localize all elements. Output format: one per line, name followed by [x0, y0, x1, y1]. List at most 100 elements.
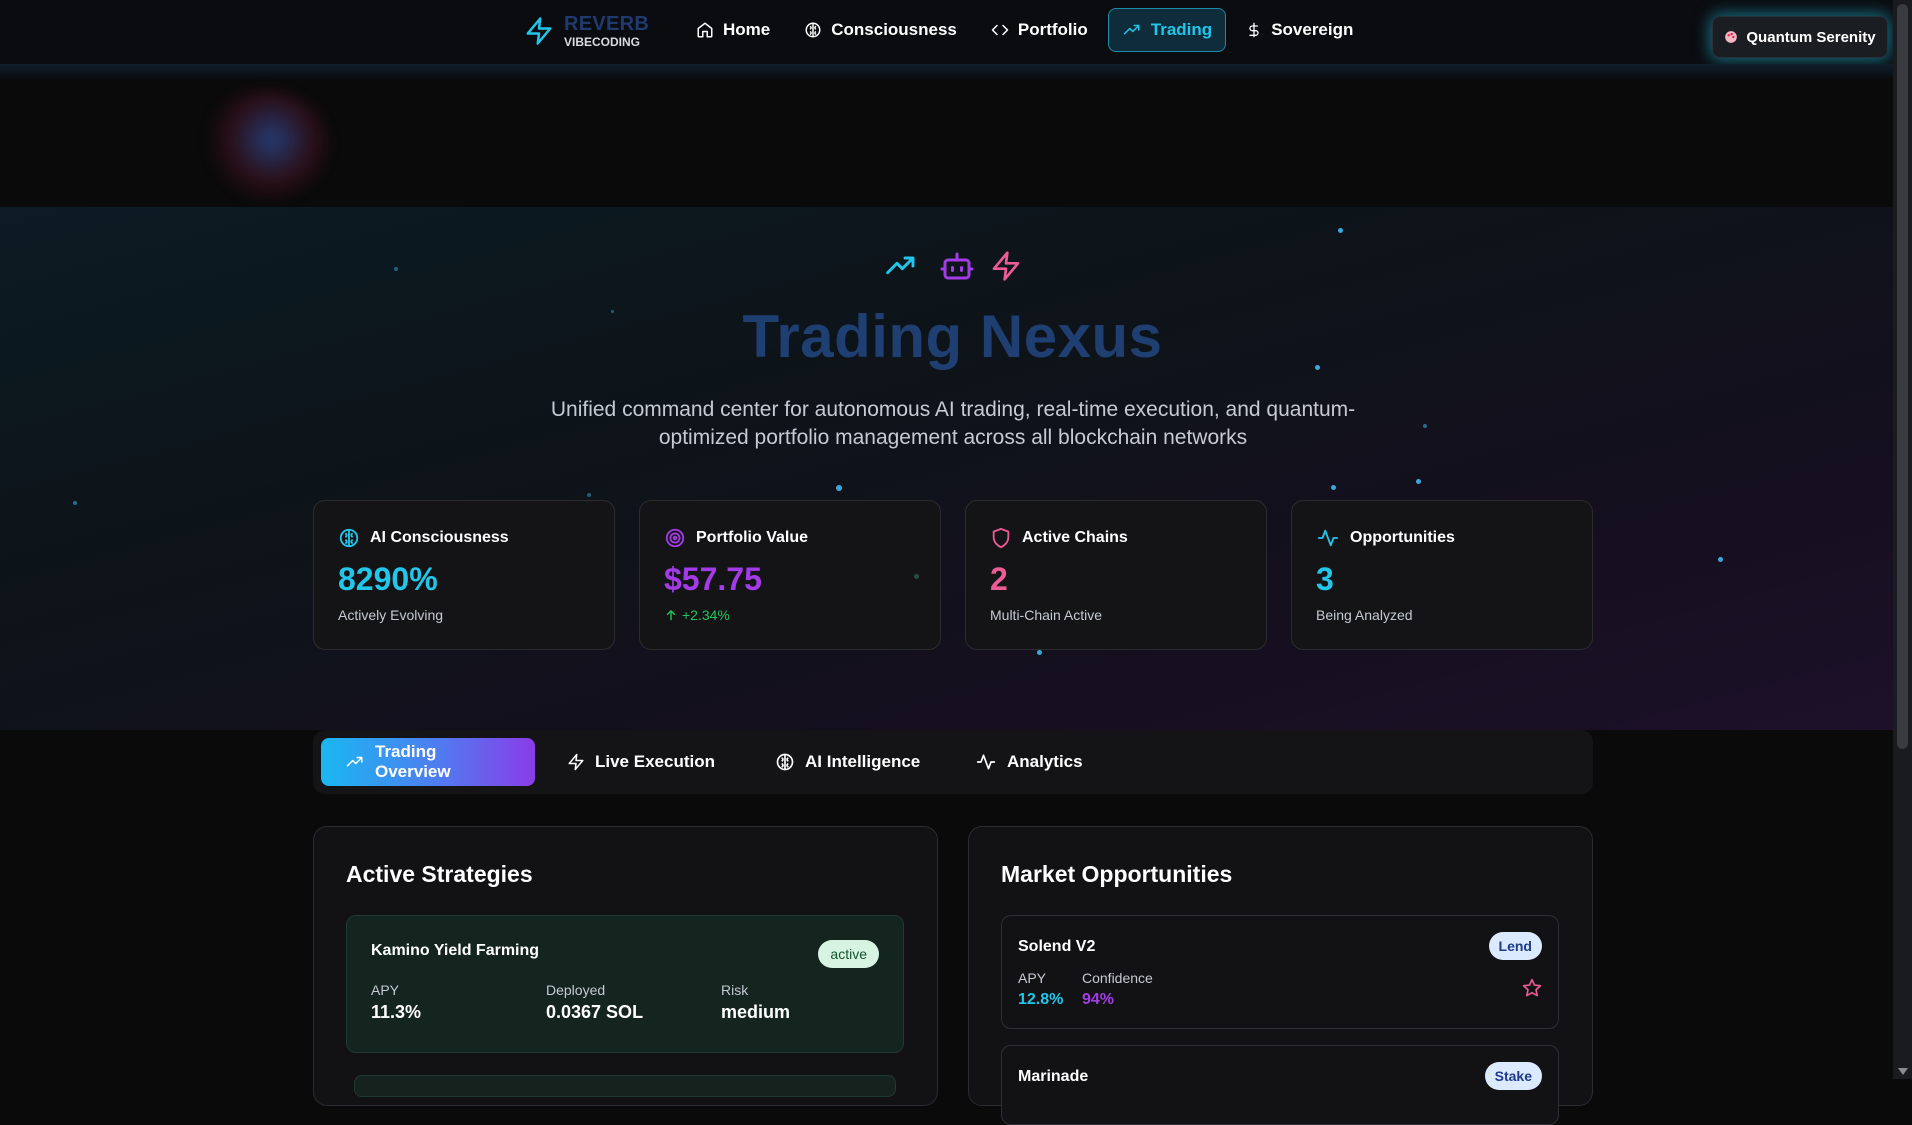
stat-card-ai-consciousness: AI Consciousness 8290% Actively Evolving: [313, 500, 615, 650]
particle-dot: [1718, 557, 1723, 562]
tab-label: AI Intelligence: [805, 752, 921, 771]
nav-item-label: Portfolio: [1017, 20, 1088, 39]
stat-value: 3: [1316, 561, 1334, 597]
nav-item-label: Trading: [1150, 20, 1213, 39]
strategy-risk: medium: [721, 1002, 791, 1022]
particle-dot: [394, 267, 398, 271]
opportunity-card[interactable]: Solend V2 Lend APY 12.8% Confidence 94%: [1001, 915, 1559, 1029]
particle-dot: [836, 485, 842, 491]
particle-dot: [73, 501, 77, 505]
status-badge: active: [818, 940, 879, 968]
brain-icon: [338, 527, 360, 549]
stat-footnote: Being Analyzed: [1316, 607, 1413, 623]
active-strategies-panel: Active Strategies Kamino Yield Farming a…: [313, 826, 938, 1106]
nav-item-portfolio[interactable]: Portfolio: [977, 8, 1102, 52]
brain-icon: [804, 21, 822, 39]
tab-live-execution[interactable]: Live Execution: [543, 738, 739, 786]
nav-item-consciousness[interactable]: Consciousness: [790, 8, 971, 52]
particle-dot: [1423, 424, 1427, 428]
tab-ai-intelligence[interactable]: AI Intelligence: [751, 738, 944, 786]
strategy-deployed: 0.0367 SOL: [546, 1002, 644, 1022]
nav-item-label: Consciousness: [831, 20, 957, 39]
particle-dot: [1037, 650, 1042, 655]
hero-section: [0, 207, 1893, 730]
opportunity-card[interactable]: Marinade Stake: [1001, 1045, 1559, 1125]
brand-title: REVERB: [564, 13, 650, 35]
opportunity-type-badge: Stake: [1484, 1062, 1542, 1090]
stat-card-portfolio-value: Portfolio Value $57.75 +2.34%: [639, 500, 941, 650]
dollar-icon: [1246, 20, 1262, 40]
trending-up-icon: [878, 250, 924, 282]
stat-card-active-chains: Active Chains 2 Multi-Chain Active: [965, 500, 1267, 650]
stat-label: Portfolio Value: [696, 529, 809, 546]
nav-glow-divider: [0, 64, 1893, 80]
market-opportunities-panel: Market Opportunities Solend V2 Lend APY …: [968, 826, 1593, 1125]
hero-icons: [878, 248, 1022, 284]
nav-item-home[interactable]: Home: [682, 8, 784, 52]
brand-subtitle: VIBECODING: [564, 35, 641, 49]
page-title: Trading Nexus: [742, 303, 1163, 370]
opportunity-apy: 12.8%: [1018, 991, 1064, 1008]
nav-item-label: Sovereign: [1271, 20, 1354, 39]
metric-label: Risk: [721, 982, 749, 998]
opportunity-name: Marinade: [1018, 1068, 1089, 1085]
top-nav: REVERB VIBECODING Home Consciousness Por…: [0, 0, 1893, 65]
stat-label: Active Chains: [1022, 529, 1128, 546]
page-scrollbar[interactable]: [1893, 0, 1912, 1079]
tab-trading-overview[interactable]: Trading Overview: [321, 738, 535, 786]
stat-footnote: Actively Evolving: [338, 607, 444, 623]
target-icon: [664, 527, 686, 549]
particle-dot: [1338, 228, 1343, 233]
strategy-apy: 11.3%: [371, 1002, 422, 1022]
stat-value: 2: [990, 561, 1008, 597]
lightning-icon: [524, 15, 554, 47]
particle-dot: [1331, 485, 1336, 490]
bot-icon: [938, 248, 976, 284]
particle-dot: [1416, 479, 1421, 484]
trading-tabs: Trading Overview Live Execution AI Intel…: [313, 730, 1593, 794]
opportunity-type-badge: Lend: [1488, 932, 1542, 960]
strategy-card[interactable]: Kamino Yield Farming active APY 11.3% De…: [346, 915, 904, 1053]
nav-item-sovereign[interactable]: Sovereign: [1232, 8, 1367, 52]
nav-item-trading[interactable]: Trading: [1107, 8, 1227, 52]
stat-footnote: Multi-Chain Active: [990, 607, 1103, 623]
stat-label: Opportunities: [1350, 529, 1455, 546]
metric-label: Confidence: [1082, 970, 1153, 986]
stat-value: 8290%: [338, 561, 438, 597]
tab-analytics[interactable]: Analytics: [951, 738, 1107, 786]
tab-label: Live Execution: [595, 752, 715, 771]
metric-label: APY: [371, 982, 400, 998]
trending-up-icon: [345, 753, 365, 771]
trending-up-icon: [1122, 21, 1142, 39]
scrollbar-thumb[interactable]: [1897, 4, 1908, 749]
strategy-card-next[interactable]: [354, 1075, 896, 1097]
stat-value: $57.75: [664, 561, 762, 597]
brand-logo[interactable]: REVERB VIBECODING: [524, 14, 649, 48]
theme-selector-button[interactable]: Quantum Serenity: [1712, 16, 1888, 58]
activity-icon: [975, 752, 997, 772]
main-nav: Home Consciousness Portfolio Trading Sov…: [682, 8, 1367, 52]
shield-icon: [990, 527, 1012, 549]
home-icon: [696, 21, 714, 39]
code-icon: [991, 21, 1009, 39]
tab-label: Trading Overview: [375, 742, 451, 781]
lightning-icon: [567, 752, 585, 772]
page-subtitle: Unified command center for autonomous AI…: [550, 398, 1356, 449]
arrow-up-icon: [664, 608, 678, 622]
background-orb: [200, 90, 330, 200]
nav-item-label: Home: [723, 20, 771, 39]
palette-icon: [1724, 30, 1738, 44]
star-icon[interactable]: [1522, 978, 1542, 998]
lightning-icon: [990, 248, 1022, 284]
brain-icon: [775, 752, 795, 772]
scroll-down-arrow[interactable]: [1898, 1068, 1908, 1075]
stat-change: +2.34%: [682, 607, 730, 623]
metric-label: Deployed: [546, 982, 606, 998]
opportunity-name: Solend V2: [1018, 938, 1096, 955]
opportunity-confidence: 94%: [1082, 991, 1115, 1008]
theme-button-label: Quantum Serenity: [1746, 28, 1876, 46]
stat-card-opportunities: Opportunities 3 Being Analyzed: [1291, 500, 1593, 650]
metric-label: APY: [1018, 970, 1047, 986]
activity-icon: [1316, 527, 1340, 549]
particle-dot: [587, 493, 591, 497]
